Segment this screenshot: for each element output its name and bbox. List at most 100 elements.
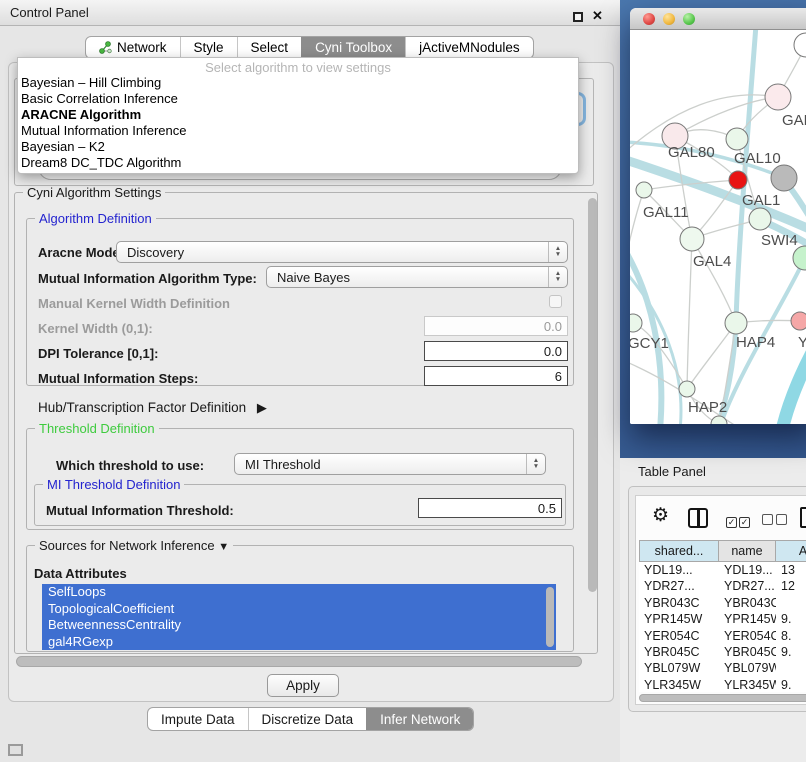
network-node[interactable] (726, 128, 748, 150)
tab-select[interactable]: Select (237, 37, 302, 58)
table-cell: YLR345W (639, 677, 719, 692)
algorithm-option[interactable]: Dream8 DC_TDC Algorithm (18, 155, 578, 171)
tab-cyni-toolbox[interactable]: Cyni Toolbox (301, 37, 405, 58)
network-node[interactable] (725, 312, 747, 334)
zoom-traffic-light-icon[interactable] (683, 13, 695, 25)
data-attribute-option[interactable]: BetweennessCentrality (42, 617, 556, 634)
mi-threshold-field[interactable]: 0.5 (418, 498, 562, 518)
data-attribute-option[interactable]: SelfLoops (42, 584, 556, 601)
float-window-icon[interactable] (573, 12, 583, 22)
tab-label: jActiveMNodules (419, 37, 520, 59)
network-node[interactable] (794, 33, 806, 57)
table-row[interactable]: YBR045CYBR045C9. (639, 644, 806, 660)
network-node[interactable] (636, 182, 652, 198)
table-header: shared... name A (639, 540, 806, 562)
node-label: HAP4 (736, 334, 775, 351)
expand-arrow-icon: ▶ (257, 400, 267, 415)
network-node[interactable] (729, 171, 747, 189)
node-label: SWI4 (761, 232, 798, 249)
node-label: GAL10 (734, 150, 781, 167)
aracne-mode-combo[interactable]: Discovery ▲▼ (116, 241, 568, 263)
table-cell: YDL19... (719, 562, 776, 578)
columns-icon[interactable] (688, 508, 708, 528)
close-icon[interactable]: ✕ (592, 8, 603, 24)
algorithm-option[interactable]: Bayesian – Hill Climbing (18, 75, 578, 91)
network-node[interactable] (680, 227, 704, 251)
tab-label: Network (117, 37, 167, 59)
tab-jactivemnodules[interactable]: jActiveMNodules (405, 37, 533, 58)
node-label: GAL80 (668, 144, 715, 161)
table-cell: YBR043C (639, 595, 719, 611)
table-row[interactable]: YDR27...YDR27...12 (639, 578, 806, 594)
network-node[interactable] (765, 84, 791, 110)
table-row[interactable]: YER054CYER054C8. (639, 628, 806, 644)
table-cell: YBR043C (719, 595, 776, 611)
gear-icon[interactable]: ⚙ (652, 506, 669, 525)
which-threshold-combo[interactable]: MI Threshold ▲▼ (234, 453, 546, 475)
algorithm-option[interactable]: Mutual Information Inference (18, 123, 578, 139)
table-row[interactable]: YDL19...YDL19...13 (639, 562, 806, 578)
table-cell: 12 (776, 578, 806, 594)
tab-impute-data[interactable]: Impute Data (148, 708, 248, 730)
network-node[interactable] (791, 312, 806, 330)
network-node[interactable] (793, 246, 806, 270)
attributes-list-scrollbar[interactable] (546, 587, 554, 647)
table-row[interactable]: YBR043CYBR043C (639, 595, 806, 611)
mi-steps-field[interactable]: 6 (424, 366, 568, 386)
tab-label: Select (251, 37, 289, 59)
network-node[interactable] (630, 314, 642, 332)
hub-definition-toggle[interactable]: Hub/Transcription Factor Definition ▶ (38, 400, 267, 416)
algorithm-definition-title: Algorithm Definition (35, 211, 156, 226)
table-row[interactable]: YBL079WYBL079W (639, 660, 806, 676)
network-window[interactable]: GALGAL80GAL10GAL1GAL11GAL4SWI4GCY1HAP4YH… (630, 8, 806, 424)
network-node[interactable] (771, 165, 797, 191)
data-attributes-label: Data Attributes (34, 566, 127, 581)
table-row[interactable]: YPR145WYPR145W9. (639, 611, 806, 627)
manual-kernel-checkbox[interactable] (549, 295, 562, 308)
settings-horizontal-scrollbar[interactable] (16, 656, 582, 667)
table-cell: YPR145W (719, 611, 776, 627)
settings-vertical-scrollbar[interactable] (588, 198, 597, 592)
sources-title-text: Sources for Network Inference (39, 538, 215, 553)
deselect-all-checkboxes-icon[interactable] (762, 512, 787, 530)
network-graph: GALGAL80GAL10GAL1GAL11GAL4SWI4GCY1HAP4YH… (630, 30, 806, 424)
sources-title[interactable]: Sources for Network Inference ▼ (35, 538, 233, 553)
table-horizontal-scrollbar[interactable] (639, 694, 806, 702)
network-node[interactable] (679, 381, 695, 397)
close-traffic-light-icon[interactable] (643, 13, 655, 25)
column-header-avg[interactable]: A (776, 540, 806, 562)
data-attribute-option[interactable]: gal4RGexp (42, 634, 556, 651)
table-cell: YDR27... (719, 578, 776, 594)
new-table-icon[interactable] (800, 507, 806, 528)
tab-network[interactable]: Network (86, 37, 180, 58)
select-all-checkboxes-icon[interactable]: ✓✓ (726, 512, 750, 530)
network-node[interactable] (749, 208, 771, 230)
mi-type-combo[interactable]: Naive Bayes ▲▼ (266, 266, 568, 288)
tab-infer-network[interactable]: Infer Network (366, 708, 473, 730)
network-window-titlebar[interactable] (630, 8, 806, 30)
column-header-name[interactable]: name (719, 540, 776, 562)
collapsed-panel-icon[interactable] (8, 744, 23, 756)
node-label: GAL11 (643, 204, 689, 221)
apply-button[interactable]: Apply (267, 674, 339, 697)
dpi-tolerance-field[interactable]: 0.0 (424, 341, 568, 361)
tab-discretize-data[interactable]: Discretize Data (248, 708, 367, 730)
algorithm-dropdown-prompt: Select algorithm to view settings (18, 58, 578, 75)
data-attribute-option[interactable]: TopologicalCoefficient (42, 601, 556, 618)
node-label: GAL1 (742, 192, 780, 209)
mi-threshold-label: Mutual Information Threshold: (46, 503, 234, 518)
network-canvas[interactable]: GALGAL80GAL10GAL1GAL11GAL4SWI4GCY1HAP4YH… (630, 30, 806, 424)
minimize-traffic-light-icon[interactable] (663, 13, 675, 25)
tab-style[interactable]: Style (180, 37, 237, 58)
kernel-width-field[interactable]: 0.0 (424, 316, 568, 336)
column-header-shared-name[interactable]: shared... (639, 540, 719, 562)
aracne-mode-label: Aracne Mode: (38, 245, 124, 260)
control-panel-titlebar[interactable]: Control Panel (0, 0, 620, 26)
which-threshold-value: MI Threshold (245, 457, 321, 472)
algorithm-option[interactable]: Basic Correlation Inference (18, 91, 578, 107)
table-row[interactable]: YLR345WYLR345W9. (639, 677, 806, 692)
table-cell: YBR045C (639, 644, 719, 660)
algorithm-option[interactable]: ARACNE Algorithm (18, 107, 578, 123)
algorithm-option[interactable]: Bayesian – K2 (18, 139, 578, 155)
node-label: GAL4 (693, 253, 731, 270)
